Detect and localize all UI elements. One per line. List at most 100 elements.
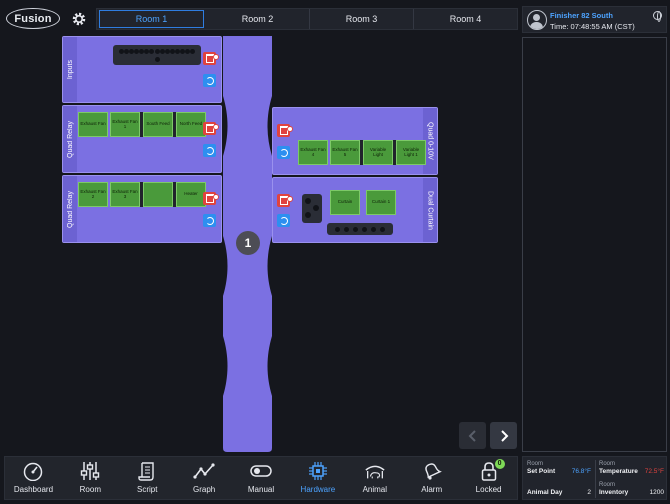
bottom-nav: Dashboard Room Script Graph Manual Hardw… (4, 456, 518, 500)
tab-room-2[interactable]: Room 2 (206, 9, 310, 29)
tab-room-3[interactable]: Room 3 (310, 9, 414, 29)
curtain-card-label: Dual Curtain (426, 190, 434, 230)
inputs-sync-button[interactable] (203, 74, 216, 87)
fusion-logo: Fusion (6, 8, 60, 29)
relay-exhaust-fan-2[interactable]: Exhaust Fan 2 (78, 182, 108, 207)
side-panel (522, 37, 667, 452)
quad010v-card-label: Quad 0-10V (426, 122, 434, 160)
dual-curtain-card[interactable]: Dual Curtain Curtain Curtain 1 (272, 177, 438, 243)
nav-graph-label: Graph (193, 485, 216, 494)
inventory-label: Inventory (599, 489, 629, 496)
output-variable-light-1[interactable]: Variable Light 1 (396, 140, 426, 165)
avatar-icon (527, 10, 547, 30)
app-root: Fusion Room 1 Room 2 Room 3 Room 4 Finis… (0, 0, 670, 504)
nav-script-label: Script (137, 485, 158, 494)
nav-room-label: Room (79, 485, 101, 494)
curtain-sync-button[interactable] (277, 214, 290, 227)
user-info-box[interactable]: Finisher 82 South Time: 07:48:55 AM (CST… (522, 6, 667, 33)
output-curtain[interactable]: Curtain (330, 190, 360, 215)
stats-right: Room Temperature 72.5°F Room Inventory 1… (596, 457, 668, 499)
tab-room-1[interactable]: Room 1 (99, 10, 204, 28)
relay1-delete-button[interactable] (203, 122, 219, 135)
inputs-delete-button[interactable] (203, 52, 219, 65)
nav-hardware[interactable]: Hardware (289, 457, 346, 499)
relay-unassigned[interactable] (143, 182, 173, 207)
inputs-card[interactable]: Inputs (62, 36, 222, 103)
manual-toggle-icon (250, 460, 272, 482)
temperature-label: Temperature (599, 468, 638, 475)
relay2-sync-button[interactable] (203, 214, 216, 227)
inventory-room-caption: Room (599, 482, 616, 488)
room-stats-panel: Room Set Point 76.8°F Animal Day 2 Room … (522, 456, 667, 500)
relay2-card-title: Quad Relay (63, 176, 77, 242)
quad010v-delete-button[interactable] (277, 124, 293, 137)
nav-animal-label: Animal (362, 485, 388, 494)
relay-south-feed[interactable]: South Feed (143, 112, 173, 137)
quad-relay-card-2[interactable]: Quad Relay Exhaust Fan 2 Exhaust Fan 3 H… (62, 175, 222, 243)
inventory-value: 1200 (649, 489, 664, 496)
output-variable-light[interactable]: Variable Light (363, 140, 393, 165)
nav-locked[interactable]: 0 Locked (460, 457, 517, 499)
nav-hardware-label: Hardware (300, 485, 336, 494)
relay2-delete-button[interactable] (203, 192, 219, 205)
curtain-delete-button[interactable] (277, 194, 293, 207)
nav-alarm-label: Alarm (421, 485, 443, 494)
bus-number: 1 (244, 236, 252, 250)
inputs-card-title: Inputs (63, 37, 77, 102)
relay-exhaust-fan-3[interactable]: Exhaust Fan 3 (110, 182, 140, 207)
script-scroll-icon (136, 460, 158, 482)
nav-script[interactable]: Script (119, 457, 176, 499)
quad-0-10v-card[interactable]: Quad 0-10V Exhaust Fan 4 Exhaust Fan 5 V… (272, 107, 438, 175)
globe-icon[interactable] (653, 11, 662, 22)
tab-room-4[interactable]: Room 4 (414, 9, 517, 29)
temperature-room-caption: Room (599, 461, 616, 467)
output-exhaust-fan-5[interactable]: Exhaust Fan 5 (330, 140, 360, 165)
curtain-connector-block (302, 194, 322, 223)
room-sliders-icon (79, 460, 101, 482)
current-time: Time: 07:48:55 AM (CST) (550, 22, 635, 31)
relay-heater[interactable]: Heater (176, 182, 206, 207)
quad010v-sync-button[interactable] (277, 146, 290, 159)
relay1-card-title: Quad Relay (63, 106, 77, 172)
user-name: Finisher 82 South (550, 11, 613, 20)
nav-graph[interactable]: Graph (176, 457, 233, 499)
curtain-card-title: Dual Curtain (423, 178, 437, 242)
temperature-value: 72.5°F (644, 468, 664, 475)
nav-dashboard[interactable]: Dashboard (5, 457, 62, 499)
stats-left: Room Set Point 76.8°F Animal Day 2 (523, 457, 595, 499)
relay-exhaust-fan-1[interactable]: Exhaust Fan 1 (110, 112, 140, 137)
output-curtain-1[interactable]: Curtain 1 (366, 190, 396, 215)
nav-locked-label: Locked (475, 485, 502, 494)
chevron-right-icon (500, 429, 508, 442)
input-connector-strip (113, 45, 201, 65)
next-page-button[interactable] (490, 422, 517, 449)
lock-badge: 0 (494, 459, 505, 469)
relay-north-feed[interactable]: North Feed (176, 112, 206, 137)
animal-day-value: 2 (587, 489, 591, 496)
lock-icon: 0 (478, 459, 505, 482)
graph-line-icon (193, 460, 215, 482)
inputs-card-label: Inputs (66, 59, 74, 80)
alarm-bell-icon (421, 460, 443, 482)
relay2-card-label: Quad Relay (66, 190, 74, 228)
nav-animal[interactable]: Animal (346, 457, 403, 499)
output-exhaust-fan-4[interactable]: Exhaust Fan 4 (298, 140, 328, 165)
prev-page-button[interactable] (459, 422, 486, 449)
setpoint-label: Set Point (527, 468, 556, 475)
setpoint-value: 76.8°F (571, 468, 591, 475)
relay1-sync-button[interactable] (203, 144, 216, 157)
nav-manual[interactable]: Manual (233, 457, 290, 499)
quad-relay-card-1[interactable]: Quad Relay Exhaust Fan Exhaust Fan 1 Sou… (62, 105, 222, 173)
relay-exhaust-fan[interactable]: Exhaust Fan (78, 112, 108, 137)
room-tabs: Room 1 Room 2 Room 3 Room 4 (96, 8, 518, 30)
animal-day-label: Animal Day (527, 489, 563, 496)
nav-room[interactable]: Room (62, 457, 119, 499)
settings-gear-icon[interactable] (68, 9, 90, 29)
relay1-card-label: Quad Relay (66, 120, 74, 158)
hardware-chip-icon (307, 460, 329, 482)
nav-alarm[interactable]: Alarm (403, 457, 460, 499)
chevron-left-icon (468, 429, 476, 442)
nav-manual-label: Manual (247, 485, 275, 494)
curtain-connector-strip (327, 223, 393, 235)
animal-barn-icon (364, 460, 386, 482)
